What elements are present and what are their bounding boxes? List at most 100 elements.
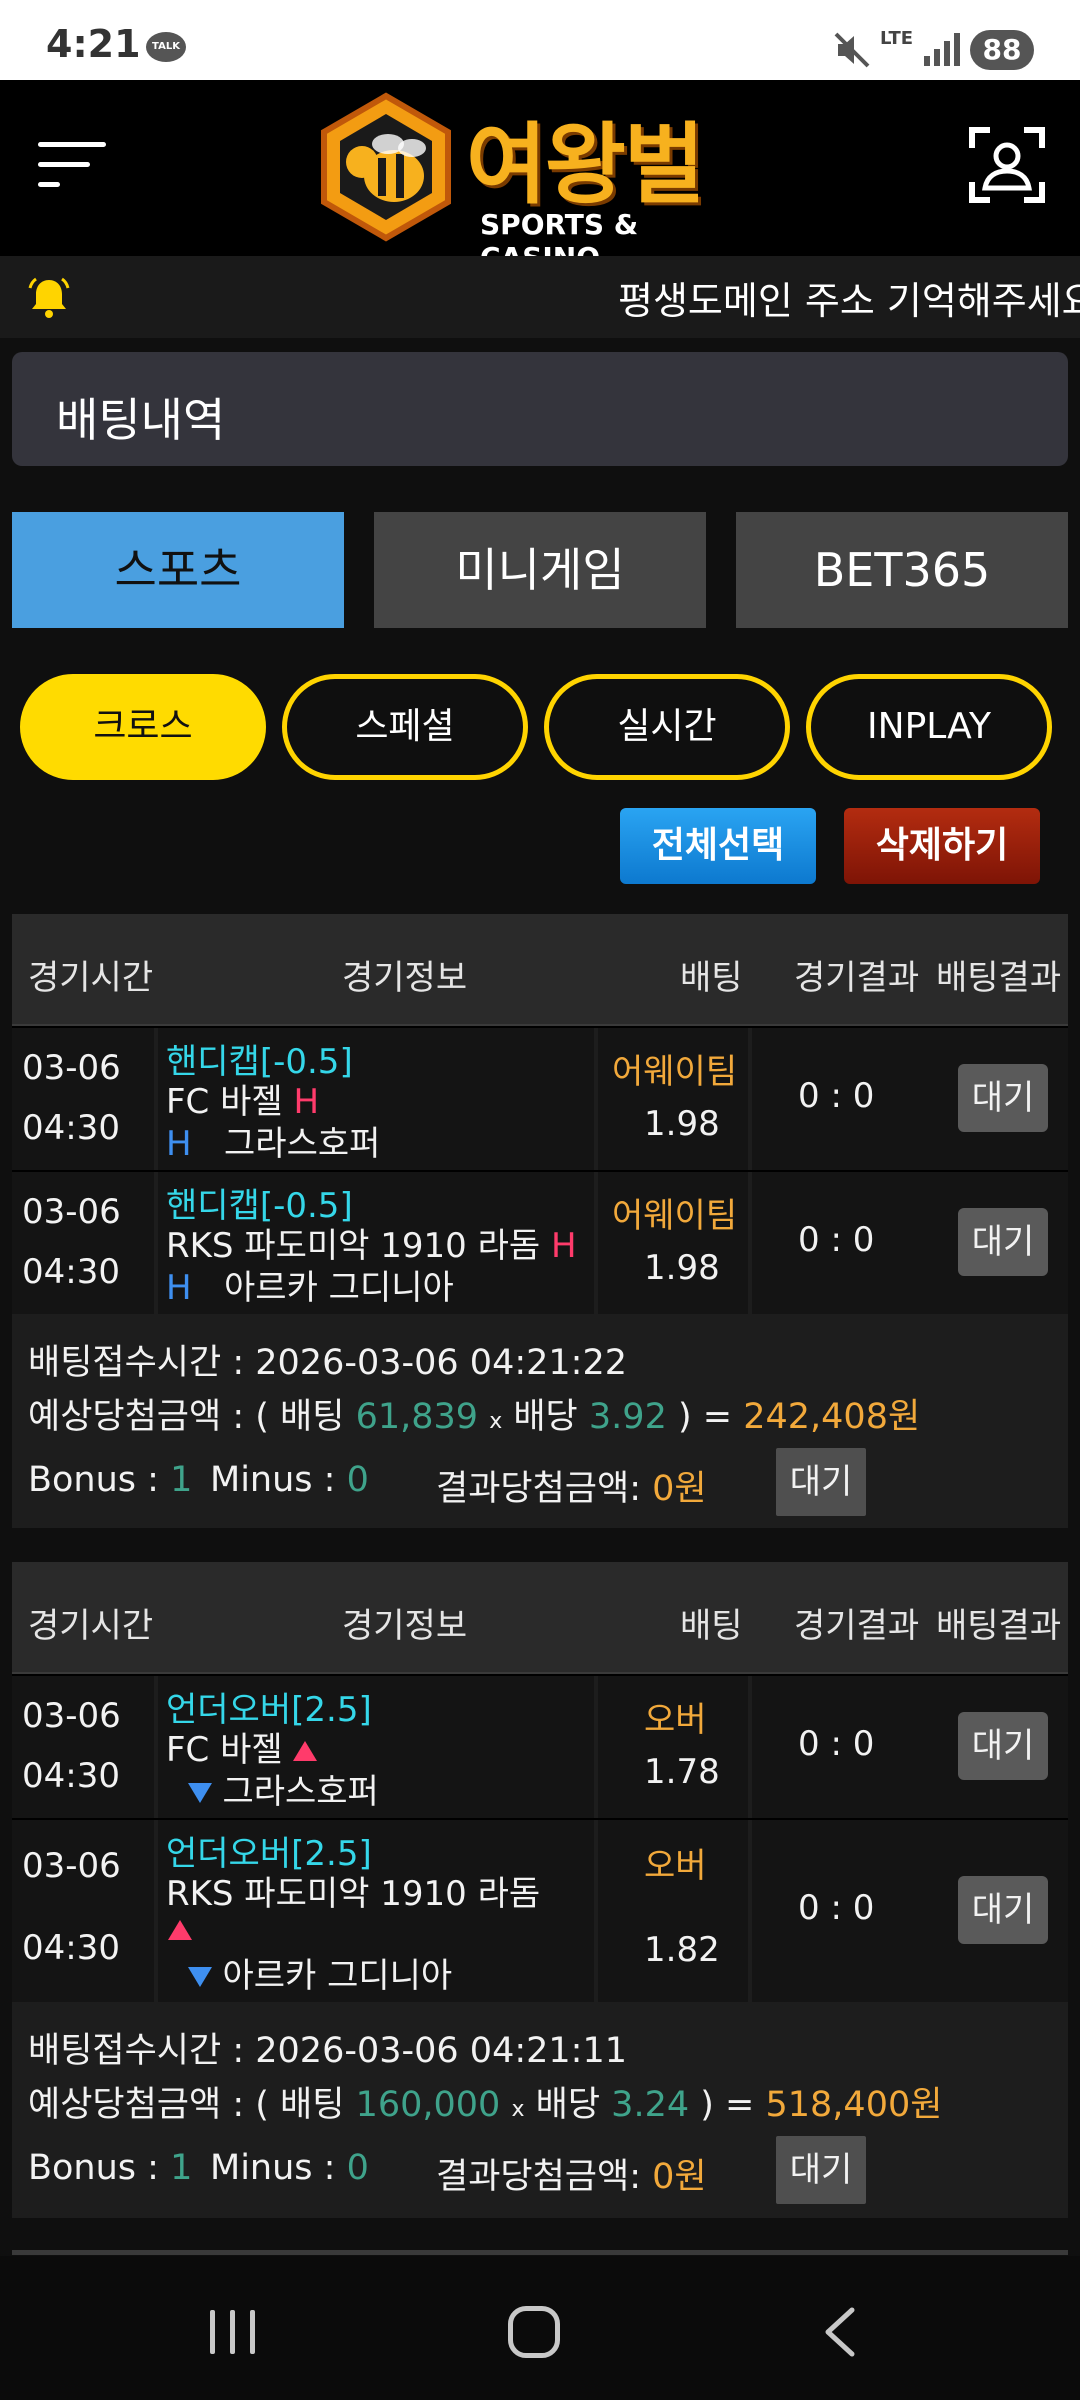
hamburger-menu-icon[interactable]: [36, 130, 108, 200]
match-date: 03-06: [22, 1048, 121, 1088]
user-profile-icon[interactable]: [968, 126, 1046, 204]
bet-status-badge: 대기: [958, 1876, 1048, 1944]
expected-payout: 예상당첨금액 : ( 배팅 160,000 x 배당 3.24 ) = 518,…: [28, 2085, 943, 2125]
match-time: 04:30: [22, 1108, 120, 1148]
bet-status-badge: 대기: [958, 1208, 1048, 1276]
table-row: 03-06 04:30 핸디캡[-0.5] RKS 파도미악 1910 라돔 H…: [12, 1170, 1068, 1314]
away-marker: H: [166, 1268, 192, 1308]
table-row: 03-06 04:30 언더오버[2.5] RKS 파도미악 1910 라돔 아…: [12, 1818, 1068, 2002]
kakaotalk-notification-icon: TALK: [146, 32, 186, 62]
header-match-result: 경기결과: [794, 1606, 920, 1646]
site-header: 여왕벌 SPORTS & CASINO: [0, 80, 1080, 274]
table-header: 경기시간 경기정보 배팅 경기결과 배팅결과: [12, 1562, 1068, 1674]
slip-status-badge: 대기: [776, 1448, 866, 1516]
home-marker: H: [550, 1226, 577, 1266]
page-title: 배팅내역: [56, 393, 226, 447]
match-score: 0 : 0: [798, 1220, 875, 1260]
bell-icon: [28, 277, 70, 318]
bet-pick: 오버: [644, 1846, 707, 1886]
header-match-time: 경기시간: [28, 958, 154, 998]
home-icon[interactable]: [508, 2306, 560, 2358]
home-team: RKS 파도미악 1910 라돔: [166, 1874, 541, 1914]
tab-sports[interactable]: 스포츠: [12, 512, 344, 628]
bet-pick: 어웨이팀: [612, 1052, 738, 1092]
delete-button[interactable]: 삭제하기: [844, 808, 1040, 884]
match-date: 03-06: [22, 1846, 121, 1886]
match-date: 03-06: [22, 1696, 121, 1736]
result-payout: 결과당첨금액: 0원: [436, 2157, 707, 2197]
match-time: 04:30: [22, 1756, 120, 1796]
bet-odds: 1.98: [644, 1104, 720, 1144]
away-marker: H: [166, 1124, 192, 1164]
header-match-info: 경기정보: [342, 1606, 468, 1646]
filter-cross[interactable]: 크로스: [20, 674, 266, 780]
notice-ticker: 평생도메인 주소 기억해주세요: [0, 256, 1080, 338]
bet-status-badge: 대기: [958, 1712, 1048, 1780]
bet-pick: 어웨이팀: [612, 1196, 738, 1236]
expected-payout: 예상당첨금액 : ( 배팅 61,839 x 배당 3.92 ) = 242,4…: [28, 1397, 921, 1437]
under-arrow-icon: [187, 1967, 212, 1987]
bet-odds: 1.78: [644, 1752, 720, 1792]
over-arrow-icon: [168, 1920, 192, 1940]
section-divider: [12, 2250, 1068, 2255]
mute-icon: [834, 32, 870, 68]
match-score: 0 : 0: [798, 1888, 875, 1928]
bonus-info: Bonus : 1: [28, 1460, 193, 1500]
site-logo[interactable]: 여왕벌 SPORTS & CASINO: [316, 88, 766, 274]
table-row: 03-06 04:30 핸디캡[-0.5] FC 바젤 H H 그라스호퍼 어웨…: [12, 1026, 1068, 1170]
away-team: H 아르카 그디니아: [166, 1268, 454, 1308]
away-team: 아르카 그디니아: [166, 1948, 452, 1997]
received-time: 배팅접수시간 : 2026-03-06 04:21:11: [28, 2031, 627, 2071]
table-header: 경기시간 경기정보 배팅 경기결과 배팅결과: [12, 914, 1068, 1026]
header-bet: 배팅: [680, 958, 743, 998]
bet-pick: 오버: [644, 1700, 707, 1740]
status-time: 4:21: [46, 22, 141, 66]
page-title-bar: 배팅내역: [12, 352, 1068, 466]
minus-info: Minus : 0: [210, 1460, 369, 1500]
filter-inplay[interactable]: INPLAY: [806, 674, 1052, 780]
status-bar: 4:21 TALK LTE 88: [0, 0, 1080, 80]
match-time: 04:30: [22, 1252, 120, 1292]
header-bet-result: 배팅결과: [936, 1606, 1062, 1646]
bet-slip: 경기시간 경기정보 배팅 경기결과 배팅결과 03-06 04:30 핸디캡[-…: [12, 914, 1068, 1528]
bee-logo-icon: [321, 92, 451, 242]
under-arrow-icon: [187, 1783, 212, 1803]
match-date: 03-06: [22, 1192, 121, 1232]
away-team: H 그라스호퍼: [166, 1124, 381, 1164]
lte-icon: LTE: [880, 28, 914, 49]
signal-icon: [924, 33, 960, 66]
minus-info: Minus : 0: [210, 2148, 369, 2188]
match-score: 0 : 0: [798, 1724, 875, 1764]
header-bet: 배팅: [680, 1606, 743, 1646]
bonus-info: Bonus : 1: [28, 2148, 193, 2188]
header-match-time: 경기시간: [28, 1606, 154, 1646]
slip-status-badge: 대기: [776, 2136, 866, 2204]
filter-live[interactable]: 실시간: [544, 674, 790, 780]
result-payout: 결과당첨금액: 0원: [436, 1469, 707, 1509]
match-score: 0 : 0: [798, 1076, 875, 1116]
received-time: 배팅접수시간 : 2026-03-06 04:21:22: [28, 1343, 627, 1383]
bet-odds: 1.98: [644, 1248, 720, 1288]
tab-bet365[interactable]: BET365: [736, 512, 1068, 628]
back-icon[interactable]: [820, 2306, 860, 2358]
select-all-button[interactable]: 전체선택: [620, 808, 816, 884]
system-navigation-bar: [0, 2256, 1080, 2400]
bet-odds: 1.82: [644, 1930, 720, 1970]
notice-text: 평생도메인 주소 기억해주세요: [618, 279, 1080, 323]
table-row: 03-06 04:30 언더오버[2.5] FC 바젤 그라스호퍼 오버 1.7…: [12, 1674, 1068, 1818]
filter-special[interactable]: 스페셜: [282, 674, 528, 780]
header-bet-result: 배팅결과: [936, 958, 1062, 998]
bet-slip: 경기시간 경기정보 배팅 경기결과 배팅결과 03-06 04:30 언더오버[…: [12, 1562, 1068, 2218]
battery-indicator: 88: [970, 30, 1034, 70]
away-team: 그라스호퍼: [166, 1764, 379, 1813]
bet-summary: 배팅접수시간 : 2026-03-06 04:21:11 예상당첨금액 : ( …: [12, 2002, 1068, 2218]
header-match-info: 경기정보: [342, 958, 468, 998]
over-arrow-icon: [293, 1741, 318, 1761]
match-time: 04:30: [22, 1928, 120, 1968]
recent-apps-icon[interactable]: [206, 2310, 258, 2354]
tab-minigame[interactable]: 미니게임: [374, 512, 706, 628]
bet-status-badge: 대기: [958, 1064, 1048, 1132]
logo-title: 여왕벌: [466, 113, 705, 216]
header-match-result: 경기결과: [794, 958, 920, 998]
bet-summary: 배팅접수시간 : 2026-03-06 04:21:22 예상당첨금액 : ( …: [12, 1314, 1068, 1528]
